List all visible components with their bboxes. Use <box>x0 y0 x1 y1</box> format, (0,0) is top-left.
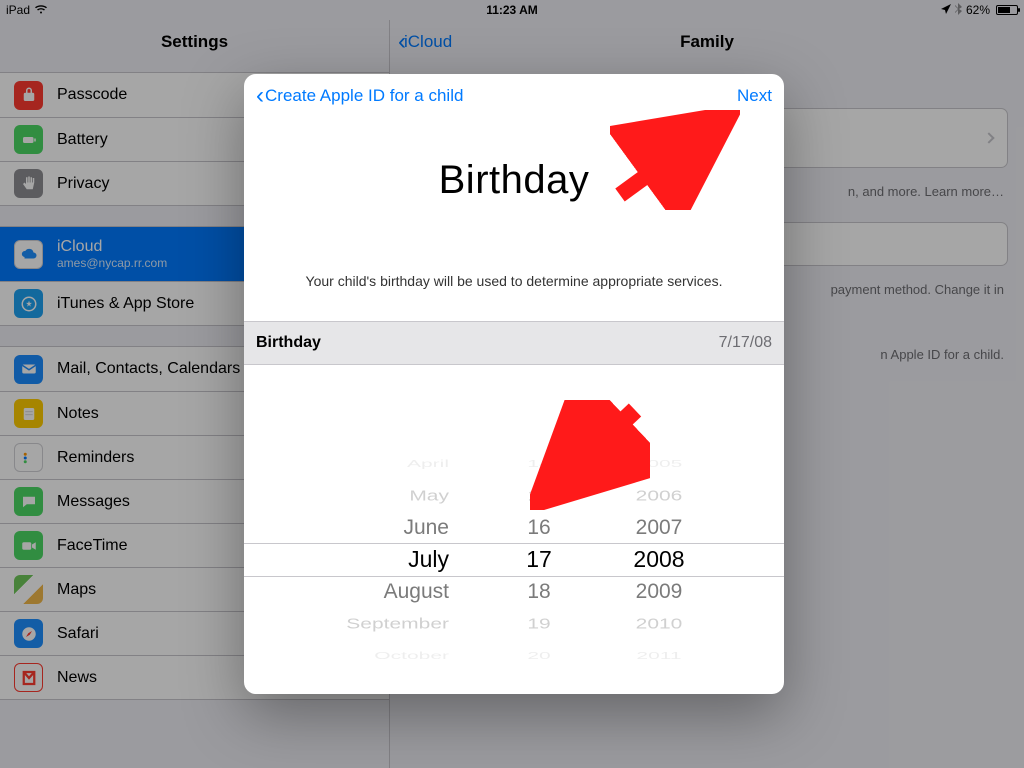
modal-heading: Birthday <box>274 158 754 203</box>
modal-nav: ‹ Create Apple ID for a child Next <box>244 74 784 118</box>
chevron-left-icon: ‹ <box>256 82 264 110</box>
date-picker[interactable]: April May June July August September Oct… <box>244 425 784 694</box>
year-wheel[interactable]: 2005 2006 2007 2008 2009 2010 2011 <box>619 425 699 694</box>
modal-back-button[interactable]: ‹ Create Apple ID for a child <box>256 82 463 110</box>
field-label: Birthday <box>256 334 321 352</box>
next-button[interactable]: Next <box>737 86 772 106</box>
field-value: 7/17/08 <box>719 334 772 352</box>
modal-description: Your child's birthday will be used to de… <box>274 273 754 289</box>
month-wheel[interactable]: April May June July August September Oct… <box>329 425 459 694</box>
birthday-field[interactable]: Birthday 7/17/08 <box>244 321 784 365</box>
day-wheel[interactable]: 14 15 16 17 18 19 20 <box>499 425 579 694</box>
create-child-id-modal: ‹ Create Apple ID for a child Next Birth… <box>244 74 784 694</box>
